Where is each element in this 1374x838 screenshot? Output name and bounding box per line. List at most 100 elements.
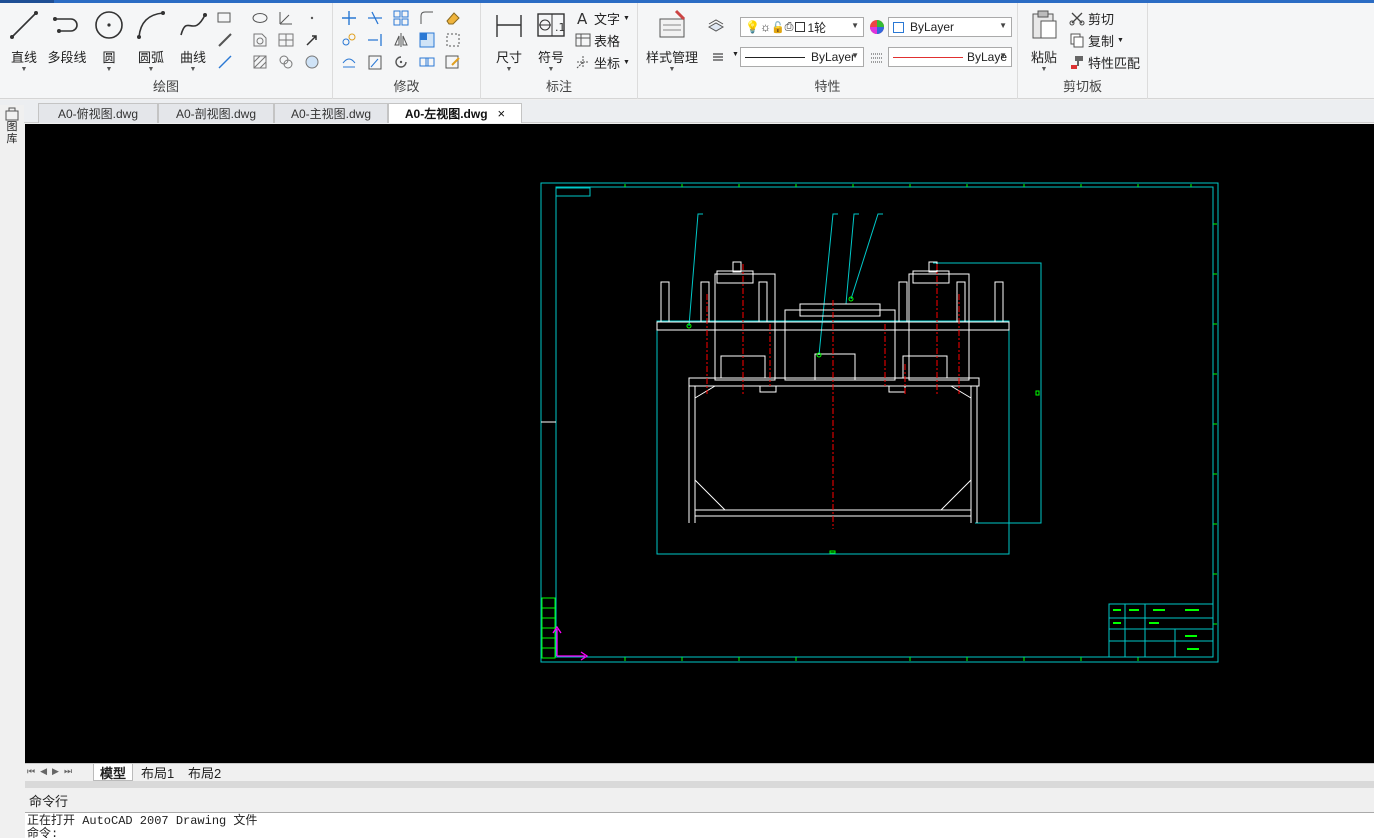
boundary-icon: [279, 55, 293, 69]
circle-button[interactable]: 圆 ▼: [89, 9, 129, 75]
fillet-button[interactable]: [418, 9, 438, 27]
close-icon[interactable]: ×: [498, 106, 506, 121]
stretch-button[interactable]: [418, 31, 438, 49]
explode-button[interactable]: [444, 31, 464, 49]
symbol-button[interactable]: .1 符号 ▼: [531, 9, 571, 75]
tab-label: A0-俯视图.dwg: [57, 107, 139, 121]
boundary-button[interactable]: [277, 53, 297, 71]
cut-label: 剪切: [1088, 11, 1115, 27]
offset-button[interactable]: [340, 53, 360, 71]
lineweight-button[interactable]: [868, 49, 888, 67]
erase-button[interactable]: [444, 9, 464, 27]
cut-button[interactable]: 剪切: [1069, 9, 1114, 27]
match-layer-button[interactable]: [710, 48, 730, 66]
grid-icon: [278, 33, 294, 47]
circle-label: 圆: [102, 50, 116, 65]
text-button[interactable]: A 文字 ▼: [575, 9, 630, 27]
stretch-icon: [419, 32, 435, 48]
tab-model[interactable]: 模型: [93, 764, 134, 781]
color-swatch: [893, 21, 904, 33]
clipboard-panel-title: 剪切板: [1062, 79, 1102, 94]
chevron-down-icon: ▼: [999, 21, 1007, 30]
table-button[interactable]: 表格: [575, 31, 620, 49]
hatch-icon: [253, 55, 267, 69]
tab-left-view[interactable]: A0-左视图.dwg ×: [388, 103, 522, 123]
copy-button[interactable]: 复制 ▼: [1069, 31, 1124, 49]
linetype-preview: [745, 56, 805, 58]
ray-button[interactable]: [216, 53, 236, 71]
wipeout-button[interactable]: [303, 53, 323, 71]
trim-button[interactable]: [366, 9, 386, 27]
coordinate-icon: [576, 56, 589, 69]
chevron-down-icon: ▼: [189, 66, 197, 73]
line-button[interactable]: 直线 ▼: [4, 9, 44, 75]
mirror-button[interactable]: [392, 31, 412, 49]
tab-layout2[interactable]: 布局2: [182, 764, 227, 781]
layout-nav-arrows[interactable]: ⏮◀▶⏭: [27, 766, 77, 777]
symbol-label: 符号: [537, 50, 564, 65]
coordinate-label: 坐标: [594, 55, 621, 71]
match-properties-button[interactable]: 特性匹配: [1069, 53, 1140, 71]
match-properties-label: 特性匹配: [1088, 55, 1141, 71]
spline-button[interactable]: 曲线 ▼: [173, 9, 213, 75]
color-dropdown[interactable]: ByLayer ▼: [888, 17, 1012, 37]
library-label[interactable]: 图库: [5, 121, 19, 145]
frame-ticks: [624, 184, 1217, 661]
angle-icon: [279, 12, 292, 25]
drawing-canvas[interactable]: [25, 124, 1374, 764]
move-icon: [342, 11, 356, 25]
point-button[interactable]: [303, 9, 323, 27]
layer-dropdown[interactable]: 💡 ☼ 🔓 ⎙ 1轮 ▼: [740, 17, 864, 37]
rotate-button[interactable]: [392, 53, 412, 71]
arc-button[interactable]: 圆弧 ▼: [131, 9, 171, 75]
horizontal-scrollbar[interactable]: [25, 781, 1374, 788]
edit-icon: [445, 55, 460, 69]
command-history[interactable]: 正在打开 AutoCAD 2007 Drawing 文件 命令:: [25, 812, 1374, 838]
chevron-down-icon: ▼: [851, 51, 859, 60]
style-manager-label: 样式管理: [646, 50, 699, 65]
coordinate-button[interactable]: 坐标 ▼: [575, 53, 630, 71]
join-button[interactable]: [418, 53, 438, 71]
linetype-dropdown[interactable]: ByLayer ▼: [740, 47, 864, 67]
region-button[interactable]: [251, 31, 271, 49]
array-icon: [393, 10, 409, 26]
table-draw-button[interactable]: [277, 31, 297, 49]
table-icon: [575, 33, 591, 47]
angle-button[interactable]: [277, 9, 297, 27]
command-history-line: 正在打开 AutoCAD 2007 Drawing 文件: [27, 814, 258, 828]
paste-button[interactable]: 粘贴 ▼: [1024, 9, 1064, 75]
move-button[interactable]: [340, 9, 360, 27]
style-manager-button[interactable]: 样式管理 ▼: [646, 9, 698, 75]
annotation-marks: [686, 296, 1040, 554]
copy-modify-button[interactable]: [340, 31, 360, 49]
tab-top-view[interactable]: A0-俯视图.dwg: [38, 103, 158, 123]
explode-icon: [446, 33, 460, 47]
paste-label: 粘贴: [1030, 50, 1057, 65]
color-wheel-button[interactable]: [868, 18, 888, 36]
rectangle-button[interactable]: [216, 9, 236, 27]
spline-icon: [180, 13, 207, 36]
layout-tab-label: 模型: [100, 765, 127, 781]
edit-button[interactable]: [444, 53, 464, 71]
hatch-button[interactable]: [251, 53, 271, 71]
copy-icon: [1070, 33, 1084, 48]
dimension-button[interactable]: 尺寸 ▼: [489, 9, 529, 75]
tab-section-view[interactable]: A0-剖视图.dwg: [158, 103, 274, 123]
scale-button[interactable]: [366, 53, 386, 71]
tab-front-view[interactable]: A0-主视图.dwg: [274, 103, 388, 123]
corner-label-box: [555, 187, 591, 197]
tab-layout1[interactable]: 布局1: [135, 764, 180, 781]
dimension-line-right: [933, 262, 1042, 524]
array-button[interactable]: [392, 9, 412, 27]
polyline-button[interactable]: 多段线: [46, 9, 88, 75]
draw-panel: 直线 ▼ 多段线 圆 ▼ 圆弧 ▼ 曲线 ▼ 绘图: [0, 3, 333, 99]
layer-manager-button[interactable]: [707, 17, 727, 35]
ucs-icon: [552, 625, 589, 661]
pick-button[interactable]: [303, 31, 323, 49]
extend-button[interactable]: [366, 31, 386, 49]
ellipse-button[interactable]: [251, 9, 271, 27]
chevron-down-icon: ▼: [105, 66, 113, 73]
command-bar-label: 命令行: [29, 793, 69, 809]
lineweight-dropdown[interactable]: ByLaye ▼: [888, 47, 1012, 67]
xline-button[interactable]: [216, 31, 236, 49]
